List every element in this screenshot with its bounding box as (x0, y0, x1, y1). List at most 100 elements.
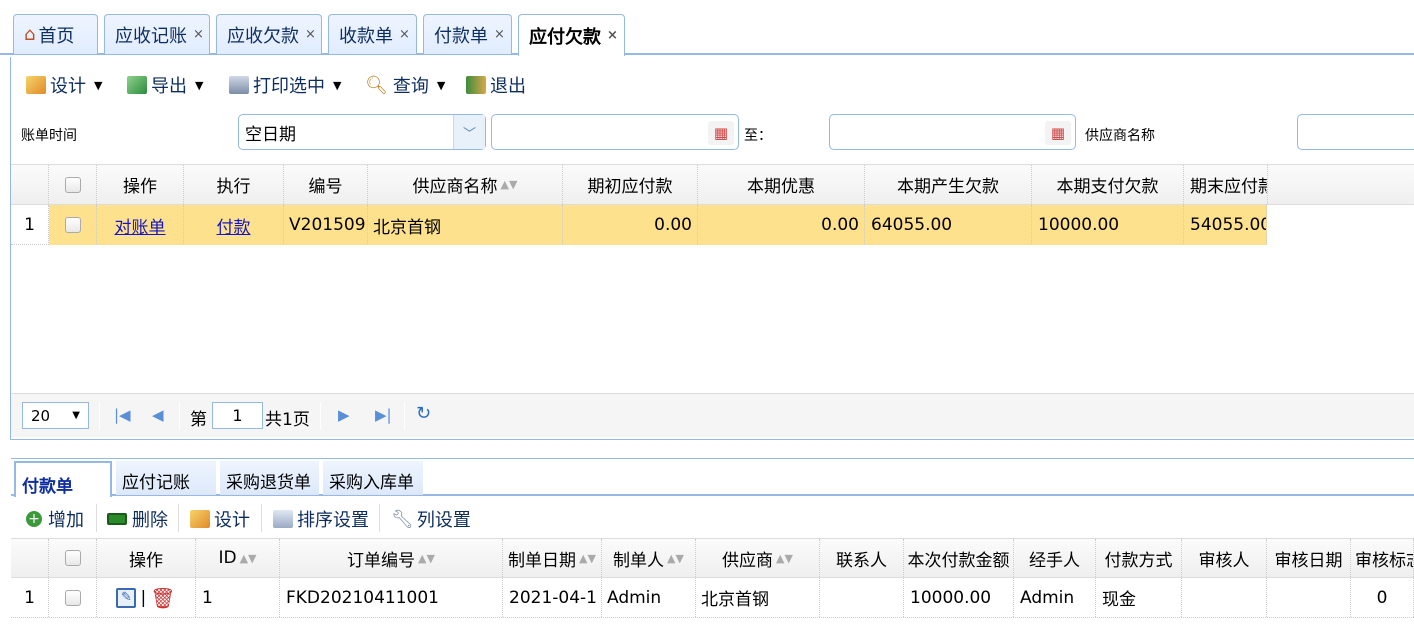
date-type-select[interactable]: 空日期 ﹀ (238, 114, 486, 150)
last-page-icon[interactable]: ▶| (375, 406, 392, 424)
select-all-checkbox[interactable] (64, 176, 81, 193)
separator (99, 402, 100, 430)
cell-contact (820, 578, 904, 617)
export-menu-button[interactable]: 导出 ▼ (127, 72, 203, 98)
delete-button[interactable]: 删除 (107, 506, 168, 532)
tab-label: 收款单 (339, 25, 393, 47)
sort-settings-label: 排序设置 (297, 510, 369, 531)
page-total-label: 共1页 (265, 410, 310, 430)
page-number-input[interactable]: 1 (212, 402, 263, 429)
sub-design-label: 设计 (214, 510, 250, 531)
close-icon[interactable]: × (494, 27, 505, 42)
sub-design-button[interactable]: 设计 (190, 506, 250, 532)
tab-receipt[interactable]: 收款单 × (328, 14, 417, 54)
col-header-code[interactable]: 编号 (284, 165, 368, 204)
print-selected-menu-button[interactable]: 打印选中 ▼ (229, 72, 341, 98)
edit-icon[interactable]: ✎ (116, 587, 137, 608)
pay-link[interactable]: 付款 (217, 213, 251, 238)
tab-receivable-arrears[interactable]: 应收欠款 × (216, 14, 322, 54)
col-header-amount[interactable]: 本次付款金额 (904, 539, 1014, 577)
close-icon[interactable]: × (607, 28, 618, 43)
col-header-auditor[interactable]: 审核人 (1182, 539, 1267, 577)
bill-time-label: 账单时间 (21, 128, 77, 144)
subtab-purchase-return[interactable]: 采购退货单 (220, 461, 319, 495)
close-icon[interactable]: × (399, 27, 410, 42)
trash-icon[interactable]: 🗑︎ (150, 586, 175, 610)
add-label: 增加 (48, 510, 84, 531)
cell-id: 1 (196, 578, 280, 617)
design-menu-button[interactable]: 设计 ▼ (26, 72, 102, 98)
query-menu-button[interactable]: 🔍︎ 查询 ▼ (365, 72, 445, 98)
col-header-audit-date[interactable]: 审核日期 (1267, 539, 1351, 577)
row-checkbox[interactable] (64, 589, 81, 606)
col-header-operation[interactable]: 操作 (97, 539, 196, 577)
pagination-bar: 20 ▼ |◀ ◀ 第 1 共1页 ▶ ▶| ↻ (11, 393, 1414, 437)
col-header-closing-payable[interactable]: 期末应付款 (1184, 165, 1268, 204)
row-number-header (11, 539, 49, 577)
tab-home[interactable]: ⌂ 首页 (13, 14, 98, 54)
date-to-input[interactable]: ▦ (829, 114, 1076, 150)
chevron-down-icon: ▼ (72, 410, 80, 421)
col-header-execute[interactable]: 执行 (184, 165, 284, 204)
col-header-maker[interactable]: 制单人 ▲▼ (602, 539, 696, 577)
separator (404, 402, 405, 430)
separator (261, 504, 262, 532)
tab-payment[interactable]: 付款单 × (423, 14, 512, 54)
cell-period-paid: 10000.00 (1032, 205, 1184, 245)
separator: | (140, 587, 147, 608)
col-header-period-incurred[interactable]: 本期产生欠款 (865, 165, 1032, 204)
row-checkbox-cell[interactable] (49, 205, 97, 245)
col-header-date[interactable]: 制单日期 ▲▼ (503, 539, 602, 577)
col-header-opening-payable[interactable]: 期初应付款 (563, 165, 698, 204)
cell-maker: Admin (602, 578, 696, 617)
cell-audit-flag: 0 (1351, 578, 1414, 617)
supplier-name-input[interactable] (1297, 114, 1414, 150)
page-size-select[interactable]: 20 ▼ (22, 402, 89, 429)
close-icon[interactable]: × (305, 27, 316, 42)
col-header-method[interactable]: 付款方式 (1096, 539, 1182, 577)
tab-receivable-ledger[interactable]: 应收记账 × (104, 14, 210, 54)
close-icon[interactable]: × (193, 27, 204, 42)
tab-payable-arrears[interactable]: 应付欠款 × (518, 14, 625, 56)
col-header-supplier[interactable]: 供应商名称 ▲▼ (368, 165, 563, 204)
design-label: 设计 (50, 76, 86, 97)
col-header-contact[interactable]: 联系人 (820, 539, 904, 577)
refresh-icon[interactable]: ↻ (416, 403, 431, 424)
cell-period-discount: 0.00 (698, 205, 865, 245)
sort-settings-button[interactable]: 排序设置 (273, 506, 369, 532)
next-page-icon[interactable]: ▶ (338, 406, 350, 424)
col-header-operation[interactable]: 操作 (97, 165, 184, 204)
select-all-checkbox-cell[interactable] (49, 165, 97, 204)
cell-opening-payable: 0.00 (563, 205, 698, 245)
exit-button[interactable]: 退出 (466, 72, 526, 98)
chevron-down-icon: ▼ (333, 78, 342, 92)
date-type-value: 空日期 (245, 124, 296, 145)
date-from-input[interactable]: ▦ (491, 114, 739, 150)
select-all-checkbox-cell[interactable] (49, 539, 97, 577)
subtab-payable-ledger[interactable]: 应付记账 (116, 461, 216, 495)
table-row[interactable]: 1 ✎ | 🗑︎ 1 FKD20210411001 2021-04-1 Admi… (11, 578, 1414, 618)
select-all-checkbox[interactable] (64, 550, 81, 566)
col-header-period-paid[interactable]: 本期支付欠款 (1032, 165, 1184, 204)
calendar-icon[interactable]: ▦ (1045, 121, 1071, 145)
subtab-purchase-inbound[interactable]: 采购入库单 (323, 461, 423, 495)
row-checkbox[interactable] (64, 217, 81, 233)
separator (320, 402, 321, 430)
statement-link[interactable]: 对账单 (115, 213, 166, 238)
subtab-payment[interactable]: 付款单 (14, 461, 112, 497)
prev-page-icon[interactable]: ◀ (152, 406, 164, 424)
col-header-handler[interactable]: 经手人 (1014, 539, 1096, 577)
calendar-icon[interactable]: ▦ (708, 121, 734, 145)
column-settings-button[interactable]: 🔧︎ 列设置 (391, 506, 471, 532)
col-header-audit-flag[interactable]: 审核标志 (1351, 539, 1414, 577)
add-button[interactable]: + 增加 (26, 506, 84, 532)
col-header-period-discount[interactable]: 本期优惠 (698, 165, 865, 204)
cell-method: 现金 (1096, 578, 1182, 617)
col-header-id[interactable]: ID ▲▼ (196, 539, 280, 577)
first-page-icon[interactable]: |◀ (114, 406, 131, 424)
row-checkbox-cell[interactable] (49, 578, 97, 617)
table-row[interactable]: 1 对账单 付款 V201509 北京首钢 0.00 0.00 64055.00… (11, 205, 1267, 245)
col-header-order-no[interactable]: 订单编号 ▲▼ (280, 539, 503, 577)
col-header-supplier[interactable]: 供应商 ▲▼ (696, 539, 820, 577)
cell-amount: 10000.00 (904, 578, 1014, 617)
